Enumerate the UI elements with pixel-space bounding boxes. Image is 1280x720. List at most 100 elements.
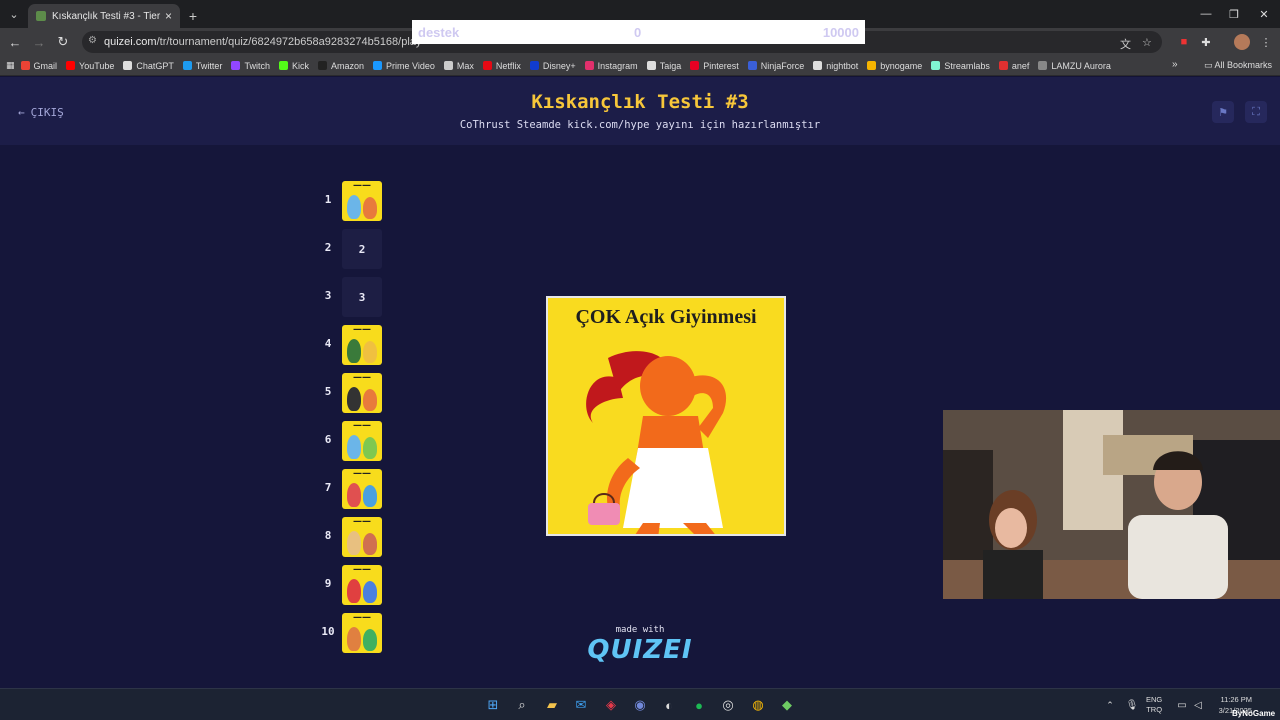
tab-close-icon[interactable]: × [165,9,172,23]
bookmark-favicon-icon [867,61,877,70]
app2-icon[interactable]: ◆ [777,695,797,715]
donation-goal-overlay: destek 0 10000 [412,20,865,44]
slot-figure [347,579,361,603]
bookmark-item[interactable]: Twitter [182,61,222,71]
app-icon[interactable]: ◈ [601,695,621,715]
bookmark-star-icon[interactable]: ☆ [1142,36,1152,49]
tier-slot-filled[interactable]: ▬▬ ▬▬ [342,325,382,365]
tier-row: 33 [318,277,388,317]
bookmark-item[interactable]: YouTube [66,61,114,71]
profile-avatar[interactable] [1234,34,1250,50]
current-item-card[interactable]: ÇOK Açık Giyinmesi [546,296,786,536]
bookmark-label: anef [1011,60,1030,71]
obs-icon[interactable]: ◎ [718,695,738,715]
bookmark-item[interactable]: LAMZU Aurora [1038,61,1111,71]
bookmark-item[interactable]: Disney+ [529,61,576,71]
reload-icon[interactable]: ↻ [51,30,75,54]
bookmark-item[interactable]: Taiga [646,61,681,71]
bookmark-item[interactable]: Kick [278,60,309,71]
bookmark-label: Kick [291,60,309,71]
tier-slot-filled[interactable]: ▬▬ ▬▬ [342,517,382,557]
tier-slot-empty[interactable]: 3 [342,277,382,317]
browser-tab[interactable]: Kıskançlık Testi #3 - Tier List, Ko × [28,4,180,28]
bookmark-item[interactable]: Max [443,61,474,71]
translate-icon[interactable]: 文 [1120,36,1131,52]
url-host: quizei.com [104,36,157,48]
file-explorer-icon[interactable]: ▰ [542,695,562,715]
bookmark-item[interactable]: Streamlabs [931,61,990,71]
bookmark-favicon-icon [529,61,539,70]
bookmark-favicon-icon [278,61,288,70]
bookmark-item[interactable]: bynogame [867,61,922,71]
restore-icon[interactable]: ❐ [1218,0,1250,28]
tier-rank: 1 [324,193,332,206]
extensions-puzzle-icon[interactable]: ✚ [1198,34,1214,50]
tier-rank: 9 [324,577,332,590]
bookmark-item[interactable]: ChatGPT [123,61,174,71]
tab-search-icon[interactable]: ⌄ [0,0,28,28]
bookmark-item[interactable]: anef [998,60,1030,71]
chrome-icon[interactable]: ◍ [748,695,768,715]
volume-icon[interactable]: ◁ [1188,695,1208,715]
tier-slot-filled[interactable]: ▬▬ ▬▬ [342,469,382,509]
bookmarks-bar: ▦ Gmail YouTube ChatGPT Twitter Twitch Kick Am… [0,56,1280,76]
tier-slot-filled[interactable]: ▬▬ ▬▬ [342,181,382,221]
slot-figure [363,437,377,459]
tier-slot-filled[interactable]: ▬▬ ▬▬ [342,421,382,461]
webcam-image [943,410,1280,599]
discord-icon[interactable]: ◉ [630,695,650,715]
close-window-icon[interactable]: ✕ [1248,0,1280,28]
back-arrow-icon[interactable]: ← [3,30,27,54]
all-bookmarks-label: All Bookmarks [1214,60,1273,70]
bookmark-item[interactable]: NinjaForce [747,61,804,71]
outlook-icon[interactable]: ✉ [571,695,591,715]
url-path: /tr/tournament/quiz/6824972b658a9283274b… [156,36,422,48]
new-tab-icon[interactable]: + [180,4,206,28]
language-indicator[interactable]: ENG TRQ [1146,695,1162,715]
bookmark-item[interactable]: Pinterest [690,61,739,71]
card-illustration [586,351,727,534]
tier-rank: 3 [324,289,332,302]
fullscreen-button[interactable]: ⛶ [1245,101,1267,123]
extension-icon[interactable]: ■ [1176,34,1192,50]
bookmark-item[interactable]: Prime Video [373,61,435,71]
report-flag-button[interactable]: ⚑ [1212,101,1234,123]
tray-overflow-icon[interactable]: ⌃ [1100,695,1120,715]
tier-slot-filled[interactable]: ▬▬ ▬▬ [342,373,382,413]
browser-menu-icon[interactable]: ⋮ [1258,34,1274,50]
start-icon[interactable]: ⊞ [483,695,503,715]
bookmark-favicon-icon [747,61,757,70]
steam-icon[interactable]: ◐ [659,695,679,715]
taskbar-search-icon[interactable]: ⌕ [512,695,532,715]
bookmark-favicon-icon [231,61,241,70]
bookmarks-overflow-icon[interactable]: » [1172,59,1178,70]
slot-figure [363,341,377,363]
spotify-icon[interactable]: ● [689,695,709,715]
all-bookmarks-folder[interactable]: ▭ All Bookmarks [1204,60,1272,71]
tier-row: 22 [318,229,388,269]
tab-favicon-icon [36,11,46,21]
apps-grid-icon[interactable]: ▦ [6,60,15,71]
bookmark-label: Amazon [330,60,364,71]
bookmark-item[interactable]: Instagram [584,61,638,71]
bookmark-item[interactable]: Twitch [231,61,270,71]
bookmark-item[interactable]: nightbot [813,61,858,71]
tier-row: 8 ▬▬ ▬▬ [318,517,388,557]
slot-thumbnail-text: ▬▬ ▬▬ [353,470,371,475]
bookmark-favicon-icon [123,61,133,70]
quizei-logo[interactable]: QUIZEI [0,635,1280,665]
tier-slot-filled[interactable]: ▬▬ ▬▬ [342,565,382,605]
tier-row: 7 ▬▬ ▬▬ [318,469,388,509]
tier-slot-empty[interactable]: 2 [342,229,382,269]
bookmark-item[interactable]: Netflix [482,61,521,71]
bookmark-item[interactable]: Gmail [20,61,57,71]
tier-rank: 6 [324,433,332,446]
bookmark-item[interactable]: Amazon [317,60,364,71]
site-info-icon[interactable]: ⚙ [88,35,97,46]
forward-arrow-icon[interactable]: → [27,30,51,54]
slot-figure [347,387,361,411]
slot-figure [363,533,377,555]
slot-figure [363,485,377,507]
microphone-icon[interactable]: 🎙 [1122,695,1142,715]
slot-thumbnail-text: ▬▬ ▬▬ [353,182,371,187]
